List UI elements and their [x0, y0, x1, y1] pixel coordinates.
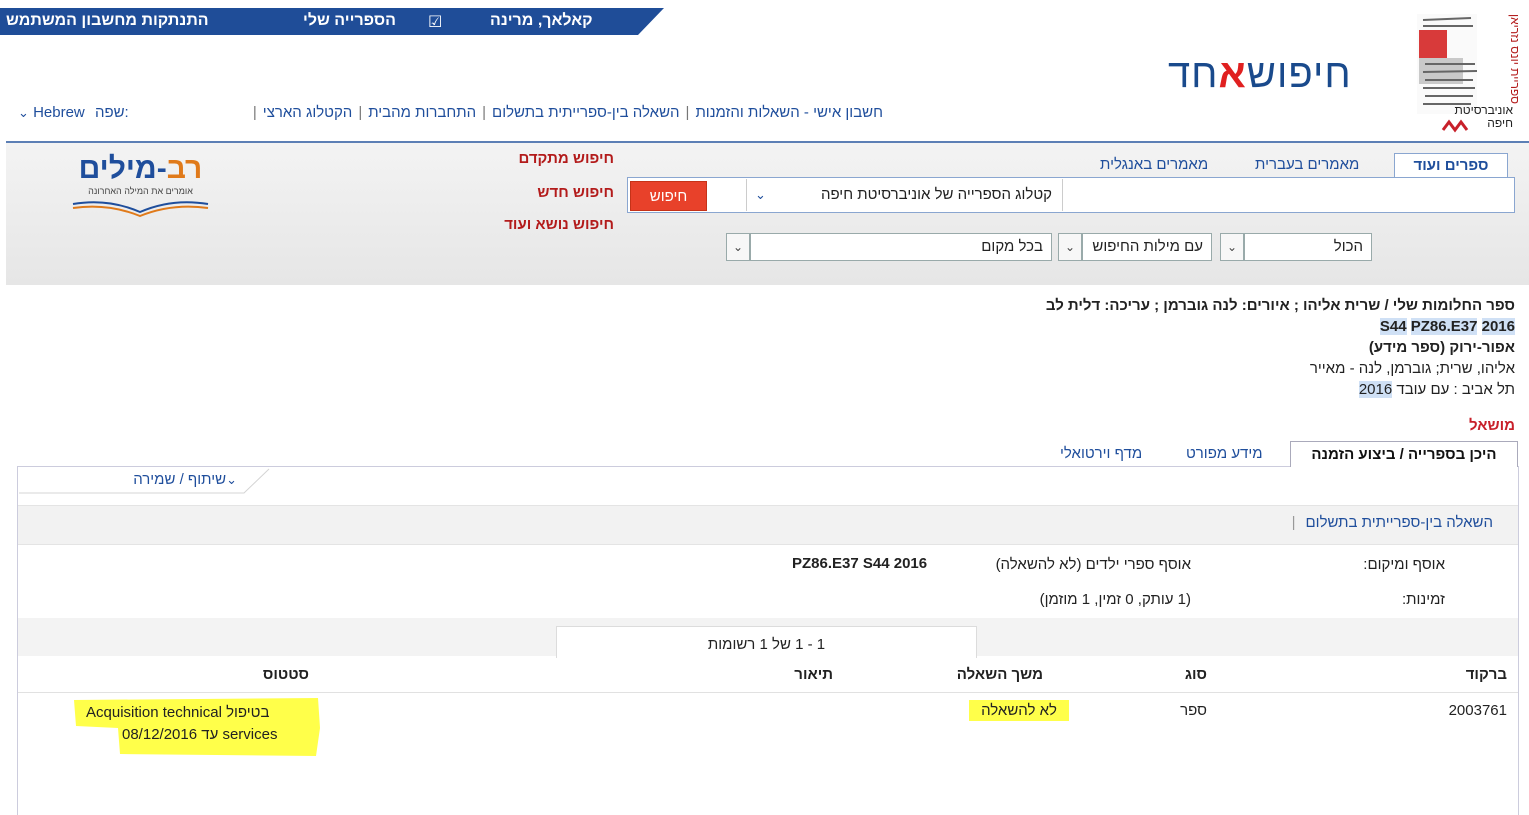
- nav-remote-login[interactable]: התחברות מהבית: [368, 104, 476, 121]
- chevron-down-icon[interactable]: ⌄: [1220, 233, 1244, 261]
- ill-request-label: השאלה בין-ספרייתית בתשלום: [1305, 514, 1494, 531]
- pub-year: 2016: [1358, 381, 1393, 398]
- ravmilim-logo-b: -מילים: [78, 152, 167, 185]
- university-logo-name: ספריית יונס נזריאן: [1508, 14, 1522, 104]
- call-part: 2016: [1481, 318, 1515, 335]
- th-loan: משך השאלה: [956, 666, 1043, 683]
- nav-sep: |: [482, 104, 487, 121]
- location-value: אוסף ספרי ילדים (לא להשאלה): [995, 556, 1191, 573]
- filter-match-select[interactable]: עם מילות החיפוש: [1082, 233, 1212, 261]
- availability-status[interactable]: מושאל: [1469, 417, 1515, 434]
- primo-logo-suffix: חד: [1168, 52, 1219, 96]
- record-call-number: 2016 S44 PZ86.E37: [1046, 316, 1515, 337]
- record-series: אפור-ירוק (ספר מידע): [1368, 339, 1515, 356]
- user-name[interactable]: קאלאך, מרינה: [490, 12, 593, 30]
- th-description: תיאור: [794, 666, 833, 683]
- status-en-1: Acquisition technical: [86, 704, 222, 721]
- filter-field-select[interactable]: בכל מקום: [750, 233, 1052, 261]
- primo-logo-prefix: חיפוש: [1246, 52, 1352, 96]
- main-nav: חשבון אישי - השאלות והזמנות | השאלה בין-ספ…: [247, 104, 883, 121]
- status-en-2: services: [222, 726, 278, 743]
- nav-ill[interactable]: השאלה בין-ספרייתית בתשלום: [492, 104, 680, 121]
- ill-request-link[interactable]: השאלה בין-ספרייתית בתשלום |: [1292, 514, 1493, 531]
- search-box: קטלוג הספרייה של אוניברסיטת חיפה ⌄ חיפוש: [627, 177, 1515, 213]
- th-type: סוג: [1184, 666, 1207, 683]
- advanced-search-link[interactable]: חיפוש מתקדם: [486, 150, 614, 167]
- tab-books[interactable]: ספרים ועוד: [1394, 153, 1508, 178]
- user-bar: התנתקות מחשבון המשתמש הספרייה שלי ☑ קאלא…: [0, 8, 664, 35]
- tab-details[interactable]: מידע מפורט: [1176, 441, 1273, 467]
- nav-sep: |: [358, 104, 363, 121]
- th-status: סטטוס: [262, 666, 309, 683]
- my-library-link[interactable]: הספרייה שלי: [303, 12, 396, 30]
- open-book-icon: [72, 201, 209, 218]
- university-logo[interactable]: ספריית יונס נזריאן אוניברסיטת חיפה: [1413, 8, 1528, 138]
- filter-type-select[interactable]: הכול: [1244, 233, 1372, 261]
- record-title[interactable]: ספר החלומות שלי / שרית אליהו ; איורים: ל…: [1046, 295, 1515, 316]
- ravmilim-logo[interactable]: רב-מילים אומרים את המילה האחרונה: [68, 152, 213, 222]
- primo-logo-aleph: א: [1218, 52, 1247, 96]
- search-input[interactable]: [1062, 179, 1514, 211]
- language-value: Hebrew: [33, 104, 85, 121]
- logout-link[interactable]: התנתקות מחשבון המשתמש: [6, 12, 209, 30]
- record-authors: אליהו, שרית; גוברמן, לנה - מאייר: [1309, 360, 1515, 377]
- chevron-down-icon[interactable]: ⌄: [1058, 233, 1082, 261]
- call-part: S44: [1379, 318, 1407, 335]
- record-publication: תל אביב : עם עובד 2016: [1046, 379, 1515, 400]
- nav-account[interactable]: חשבון אישי - השאלות והזמנות: [695, 104, 883, 121]
- nav-national-catalog[interactable]: הקטלוג הארצי: [263, 104, 353, 121]
- tab-english-articles[interactable]: מאמרים באנגלית: [1092, 153, 1216, 178]
- status-date: 08/12/2016: [122, 726, 198, 743]
- location-label: אוסף ומיקום:: [1363, 556, 1445, 573]
- scope-select[interactable]: קטלוג הספרייה של אוניברסיטת חיפה ⌄: [746, 179, 1062, 211]
- record-details: ספר החלומות שלי / שרית אליהו ; איורים: ל…: [1046, 295, 1515, 400]
- checkbox-icon: ☑: [428, 14, 443, 31]
- subject-search-link[interactable]: חיפוש נושא ועוד: [486, 216, 614, 233]
- language-label: שפה:: [94, 104, 129, 121]
- search-button[interactable]: חיפוש: [630, 181, 707, 211]
- status-line-1: Acquisition technical בטיפול: [86, 702, 277, 724]
- tab-virtual-shelf[interactable]: מדף וירטואלי: [1050, 441, 1152, 467]
- ravmilim-tagline: אומרים את המילה האחרונה: [88, 186, 193, 196]
- language-selector[interactable]: ⌄ Hebrew שפה:: [18, 104, 129, 121]
- university-logo-caption: אוניברסיטת חיפה: [1454, 103, 1513, 130]
- cell-barcode: 2003761: [1448, 702, 1507, 719]
- cell-loan: לא להשאלה: [969, 700, 1069, 721]
- nav-sep: |: [252, 104, 257, 121]
- ravmilim-logo-a: רב: [166, 152, 203, 185]
- availability-value: (1 עותק, 0 זמין, 1 מוזמן): [1039, 591, 1191, 608]
- call-part: PZ86.E37: [1410, 318, 1478, 335]
- pager: 1 - 1 של 1 רשומות: [556, 626, 977, 658]
- status-line-2: 08/12/2016 עד services: [86, 724, 277, 746]
- location-call-number: PZ86.E37 S44 2016: [792, 555, 928, 572]
- cell-status: Acquisition technical בטיפול 08/12/2016 …: [86, 702, 277, 746]
- availability-label: זמינות:: [1401, 591, 1445, 608]
- status-he-2: עד: [201, 726, 219, 743]
- nav-sep: |: [685, 104, 690, 121]
- tab-location[interactable]: היכן בספרייה / ביצוע הזמנה: [1290, 441, 1518, 467]
- share-tab-shape: [19, 468, 270, 494]
- table-divider: [18, 692, 1518, 693]
- tab-hebrew-articles[interactable]: מאמרים בעברית: [1247, 153, 1367, 178]
- cell-type: ספר: [1180, 702, 1207, 719]
- new-search-link[interactable]: חיפוש חדש: [486, 184, 614, 201]
- pub-place: תל אביב : עם עובד: [1396, 381, 1515, 398]
- primo-logo[interactable]: חיפושאחד: [1168, 52, 1352, 97]
- chevron-down-icon: ⌄: [18, 105, 29, 120]
- chevron-down-icon[interactable]: ⌄: [726, 233, 750, 261]
- status-he-1: בטיפול: [226, 704, 270, 721]
- chevron-down-icon: ⌄: [755, 187, 766, 202]
- scope-value: קטלוג הספרייה של אוניברסיטת חיפה: [820, 186, 1052, 203]
- ill-sep: |: [1291, 514, 1296, 531]
- th-barcode: ברקוד: [1465, 666, 1507, 683]
